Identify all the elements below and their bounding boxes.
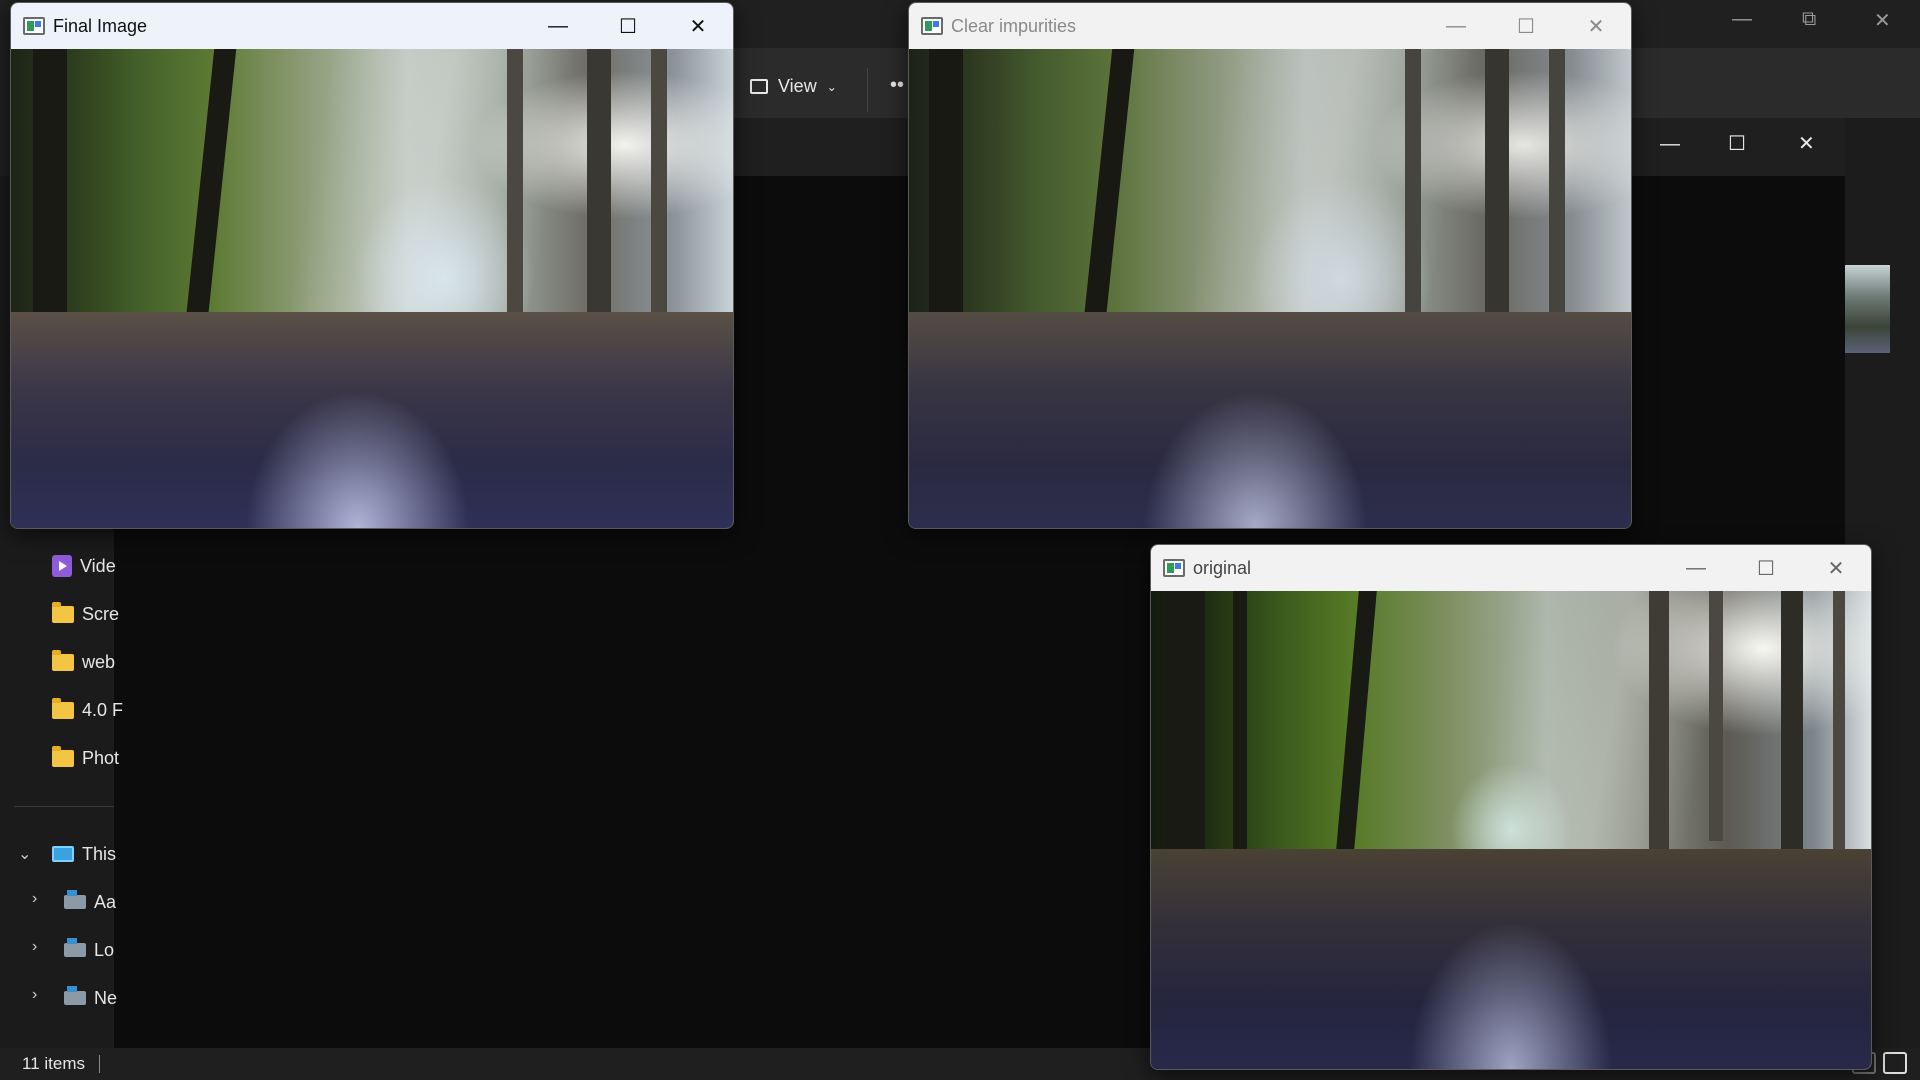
tree-trunk	[183, 49, 237, 339]
chevron-down-icon: ⌄	[826, 79, 837, 94]
close-button[interactable]: ✕	[663, 3, 733, 49]
folder-icon	[52, 649, 74, 671]
explorer-close-button[interactable]: ✕	[1874, 8, 1891, 33]
minimize-button[interactable]: —	[523, 3, 593, 49]
tree-trunk	[1781, 591, 1803, 881]
more-icon: ••	[890, 74, 905, 96]
sidebar-item-this-pc[interactable]: This	[52, 838, 116, 870]
original-window[interactable]: original — ☐ ✕	[1150, 544, 1872, 1070]
tree-trunk	[1335, 591, 1377, 861]
tree-trunk	[1709, 591, 1723, 841]
tree-trunk	[507, 49, 523, 339]
forest-path	[11, 312, 733, 528]
close-button[interactable]: ✕	[1801, 545, 1871, 591]
sidebar-item-videos[interactable]: Vide	[52, 550, 116, 582]
window-title: original	[1193, 557, 1252, 578]
sidebar-item-label: Ne	[94, 987, 118, 1008]
sidebar-item-label: This	[82, 843, 117, 864]
inner-maximize-button[interactable]: ☐	[1728, 131, 1746, 156]
tiles-view-button[interactable]	[1883, 1052, 1907, 1074]
tree-trunk	[1649, 591, 1669, 851]
chevron-down-icon[interactable]: ⌄	[18, 844, 31, 864]
window-titlebar[interactable]: Final Image — ☐ ✕	[11, 3, 733, 49]
clear-impurities-image	[909, 49, 1631, 528]
maximize-button[interactable]: ☐	[1731, 545, 1801, 591]
tree-trunk	[1833, 591, 1845, 861]
view-icon	[750, 79, 768, 94]
forest-path	[909, 312, 1631, 528]
original-image	[1151, 591, 1871, 1069]
folder-icon	[52, 745, 74, 767]
forest-path	[1151, 849, 1871, 1069]
window-title: Final Image	[53, 15, 148, 36]
sidebar-item-label: Aa	[94, 891, 117, 912]
view-label: View	[778, 76, 817, 96]
app-icon	[921, 17, 943, 35]
sidebar-item-label: Vide	[80, 555, 116, 576]
sidebar-item-network-drive[interactable]: Ne	[64, 982, 117, 1014]
sidebar-item-photos[interactable]: Phot	[52, 742, 119, 774]
pc-icon	[52, 846, 74, 862]
network-drive-icon	[64, 890, 86, 909]
minimize-button[interactable]: —	[1421, 3, 1491, 49]
tree-trunk	[1485, 49, 1509, 349]
chevron-right-icon[interactable]: ›	[32, 938, 37, 956]
command-separator	[867, 68, 868, 112]
item-count: 11 items	[22, 1054, 85, 1073]
status-separator	[99, 1055, 100, 1073]
tree-trunk	[1549, 49, 1565, 339]
window-titlebar[interactable]: original — ☐ ✕	[1151, 545, 1871, 591]
sidebar-item-label: Phot	[82, 747, 120, 768]
drive-icon	[64, 938, 86, 957]
app-icon	[23, 17, 45, 35]
video-icon	[52, 555, 72, 577]
sidebar-divider	[14, 806, 114, 807]
tree-trunk	[587, 49, 611, 349]
view-button[interactable]: View ⌄	[750, 76, 837, 97]
sidebar-item-drive-aa[interactable]: Aa	[64, 886, 116, 918]
sidebar-item-web[interactable]: web	[52, 646, 115, 678]
inner-close-button[interactable]: ✕	[1798, 131, 1815, 156]
tree-trunk	[1081, 49, 1135, 339]
image-thumbnail[interactable]	[1845, 265, 1890, 353]
folder-icon	[52, 697, 74, 719]
chevron-right-icon[interactable]: ›	[32, 890, 37, 908]
final-image	[11, 49, 733, 528]
sidebar-item-label: Scre	[82, 603, 120, 624]
folder-icon	[52, 601, 74, 623]
inner-minimize-button[interactable]: —	[1660, 133, 1680, 156]
sidebar-item-local-disk[interactable]: Lo	[64, 934, 114, 966]
sidebar-item-label: Lo	[94, 939, 115, 960]
chevron-right-icon[interactable]: ›	[32, 986, 37, 1004]
network-drive-icon	[64, 986, 86, 1005]
final-image-window[interactable]: Final Image — ☐ ✕	[10, 2, 734, 529]
tree-trunk	[651, 49, 667, 339]
minimize-button[interactable]: —	[1661, 545, 1731, 591]
explorer-minimize-button[interactable]: —	[1732, 8, 1752, 31]
window-title: Clear impurities	[951, 15, 1077, 36]
clear-impurities-window[interactable]: Clear impurities — ☐ ✕	[908, 2, 1632, 529]
maximize-button[interactable]: ☐	[1491, 3, 1561, 49]
sidebar-item-4-0[interactable]: 4.0 F	[52, 694, 123, 726]
app-icon	[1163, 559, 1185, 577]
explorer-restore-button[interactable]: ⧉	[1802, 8, 1816, 31]
tree-trunk	[1233, 591, 1247, 881]
sidebar-item-screenshots[interactable]: Scre	[52, 598, 119, 630]
more-options-button[interactable]: ••	[890, 74, 904, 97]
window-titlebar[interactable]: Clear impurities — ☐ ✕	[909, 3, 1631, 49]
sidebar-item-label: web	[82, 651, 116, 672]
maximize-button[interactable]: ☐	[593, 3, 663, 49]
tree-trunk	[1405, 49, 1421, 339]
close-button[interactable]: ✕	[1561, 3, 1631, 49]
sidebar-item-label: 4.0 F	[82, 699, 124, 720]
